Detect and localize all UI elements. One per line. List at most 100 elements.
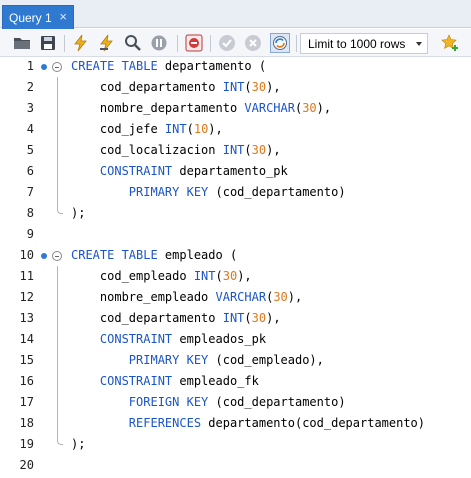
code-line[interactable]: 5 cod_localizacion INT(30), [0,141,471,162]
line-number: 11 [19,269,34,283]
commit-icon[interactable] [217,33,237,53]
code-line[interactable]: 10 CREATE TABLE empleado ( [0,246,471,267]
toolbar-separator [177,35,178,52]
sql-keyword: INT [222,311,245,325]
fold-toggle-icon[interactable] [52,62,62,72]
add-snippet-icon[interactable] [440,33,460,53]
code-text: CREATE TABLE empleado ( [71,248,237,262]
sql-text: ( [244,311,252,325]
code-line[interactable]: 16 CONSTRAINT empleado_fk [0,372,471,393]
open-folder-icon[interactable] [12,33,32,53]
line-number: 3 [26,101,34,115]
code-line[interactable]: 9 [0,225,471,246]
execute-current-icon[interactable] [97,33,117,53]
sql-text: ), [287,290,303,304]
code-text: REFERENCES departamento(cod_departamento… [71,416,425,430]
toggle-error-stop-icon[interactable] [184,33,204,53]
toolbar-separator [64,35,65,52]
code-text: FOREIGN KEY (cod_departamento) [71,395,346,409]
code-line[interactable]: 6 CONSTRAINT departamento_pk [0,162,471,183]
limit-rows-select[interactable]: Limit to 1000 rows [300,33,428,54]
sql-text: ( [215,269,223,283]
fold-toggle-icon[interactable] [52,251,62,261]
sql-keyword: VARCHAR [244,101,295,115]
line-number: 12 [19,290,34,304]
sql-text: ); [71,437,86,451]
line-number: 2 [26,80,34,94]
code-line[interactable]: 11 cod_empleado INT(30), [0,267,471,288]
sql-number: 30 [273,290,288,304]
sql-keyword: FOREIGN KEY [128,395,209,409]
sql-number: 30 [251,80,267,94]
line-number: 4 [26,122,34,136]
code-text: ); [71,206,85,220]
sql-text: nombre_departamento [71,101,245,115]
code-line[interactable]: 1 CREATE TABLE departamento ( [0,57,471,78]
execute-icon[interactable] [71,33,91,53]
code-text: nombre_departamento VARCHAR(30), [71,101,331,115]
sql-text: cod_localizacion [71,143,223,157]
limit-rows-value: Limit to 1000 rows [308,36,406,51]
chevron-down-icon [416,42,422,46]
line-number: 1 [26,59,34,73]
sql-text: ), [266,143,281,157]
sql-text: cod_jefe [71,122,165,136]
code-line[interactable]: 2 cod_departamento INT(30), [0,78,471,99]
code-text: PRIMARY KEY (cod_empleado), [71,353,324,367]
rollback-icon[interactable] [243,33,263,53]
code-text: cod_localizacion INT(30), [71,143,281,157]
line-number: 20 [19,458,34,472]
sql-text: (cod_departamento) [208,395,346,409]
code-line[interactable]: 14 CONSTRAINT empleados_pk [0,330,471,351]
code-line[interactable]: 13 cod_departamento INT(30), [0,309,471,330]
save-icon[interactable] [38,33,58,53]
sql-number: 30 [302,101,317,115]
code-line[interactable]: 12 nombre_empleado VARCHAR(30), [0,288,471,309]
code-text: ); [71,437,85,451]
sql-text: cod_empleado [71,269,194,283]
line-number: 8 [26,206,34,220]
code-line[interactable]: 3 nombre_departamento VARCHAR(30), [0,99,471,120]
fold-end-icon [57,203,63,214]
sql-keyword: INT [164,122,187,136]
code-text: cod_empleado INT(30), [71,269,252,283]
code-line[interactable]: 7 PRIMARY KEY (cod_departamento) [0,183,471,204]
code-line[interactable]: 20 [0,456,471,477]
sql-keyword: REFERENCES [128,416,202,430]
sql-number: 10 [193,122,209,136]
sql-keyword: CREATE TABLE [71,59,158,73]
code-line[interactable]: 15 PRIMARY KEY (cod_empleado), [0,351,471,372]
sql-text: empleado ( [157,248,238,262]
line-number: 9 [26,227,34,241]
tab-query-1[interactable]: Query 1 × [2,5,74,29]
sql-keyword: INT [222,143,245,157]
code-line[interactable]: 8); [0,203,471,225]
statement-marker-icon [41,253,47,259]
code-line[interactable]: 4 cod_jefe INT(10), [0,120,471,141]
sql-text: cod_departamento [71,80,223,94]
line-number: 17 [19,395,34,409]
code-line[interactable]: 19); [0,434,471,456]
toolbar: Limit to 1000 rows [0,29,471,57]
stop-icon[interactable] [149,33,169,53]
code-line[interactable]: 17 FOREIGN KEY (cod_departamento) [0,393,471,414]
sql-editor[interactable]: 1 CREATE TABLE departamento (2 cod_depart… [0,57,471,478]
autocommit-icon[interactable] [270,33,290,53]
code-line[interactable]: 18 REFERENCES departamento(cod_departame… [0,414,471,435]
sql-text: (cod_empleado), [208,353,324,367]
explain-icon[interactable] [123,33,143,53]
sql-keyword: CONSTRAINT [99,164,173,178]
sql-text: cod_departamento [71,311,223,325]
sql-keyword: VARCHAR [215,290,267,304]
line-number: 13 [19,311,34,325]
code-text: CONSTRAINT departamento_pk [71,164,288,178]
line-number: 15 [19,353,34,367]
sql-text: departamento_pk [172,164,288,178]
sql-text: nombre_empleado [71,290,216,304]
close-icon[interactable]: × [59,9,67,24]
